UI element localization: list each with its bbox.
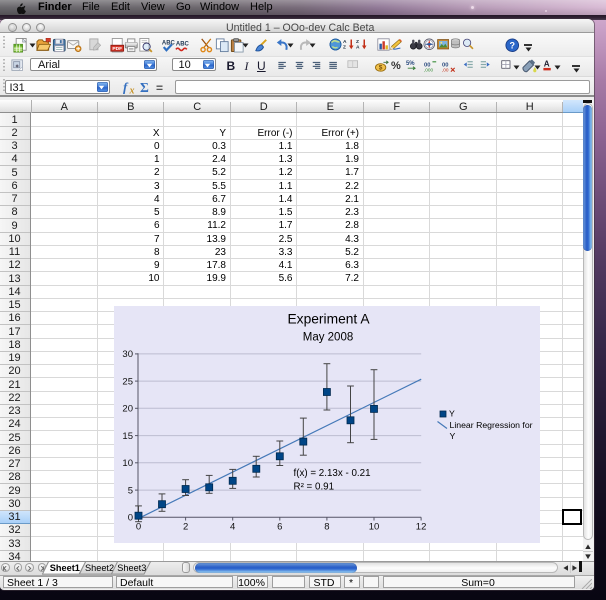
svg-text:R² = 0.91: R² = 0.91 <box>294 482 335 493</box>
svg-text:6: 6 <box>277 522 282 533</box>
svg-text:10: 10 <box>122 458 133 469</box>
svg-text:5%: 5% <box>406 61 415 67</box>
svg-text:May 2008: May 2008 <box>303 332 354 344</box>
svg-text:$: $ <box>378 64 382 71</box>
svg-text:Sheet1: Sheet1 <box>49 563 79 573</box>
svg-text:,000: ,000 <box>424 67 433 72</box>
svg-text:Y: Y <box>449 409 455 419</box>
svg-text:?: ? <box>509 41 515 51</box>
svg-text:Sheet2: Sheet2 <box>85 563 114 573</box>
svg-text:4: 4 <box>230 522 235 533</box>
svg-text:f(x) = 2.13x - 0.21: f(x) = 2.13x - 0.21 <box>294 468 371 479</box>
svg-text:0: 0 <box>136 522 141 533</box>
svg-text:12: 12 <box>416 522 427 533</box>
svg-text:A: A <box>544 60 550 69</box>
svg-text:Sheet3: Sheet3 <box>118 563 147 573</box>
svg-text:Linear Regression for: Linear Regression for <box>450 420 533 430</box>
svg-text:Y: Y <box>450 431 456 441</box>
svg-text:A: A <box>343 39 347 45</box>
svg-text:PDF: PDF <box>112 46 122 52</box>
svg-text:,00: ,00 <box>442 67 449 72</box>
svg-text:Z: Z <box>343 45 346 51</box>
svg-text:Experiment A: Experiment A <box>287 312 370 327</box>
svg-text:0: 0 <box>128 513 133 524</box>
svg-text:2: 2 <box>183 522 188 533</box>
svg-text:x: x <box>129 85 135 95</box>
svg-text:15: 15 <box>122 431 133 442</box>
svg-text:20: 20 <box>122 404 133 415</box>
svg-text:25: 25 <box>122 376 133 387</box>
svg-text:10: 10 <box>369 522 380 533</box>
svg-text:Σ: Σ <box>140 80 149 95</box>
svg-text:f: f <box>123 80 129 95</box>
svg-text:30: 30 <box>122 349 133 360</box>
svg-text:A: A <box>356 45 360 51</box>
svg-text:5: 5 <box>128 485 133 496</box>
svg-text:ABC: ABC <box>176 42 190 48</box>
svg-text:ABC: ABC <box>161 40 175 46</box>
svg-text:8: 8 <box>324 522 329 533</box>
svg-text:Z: Z <box>356 39 359 45</box>
